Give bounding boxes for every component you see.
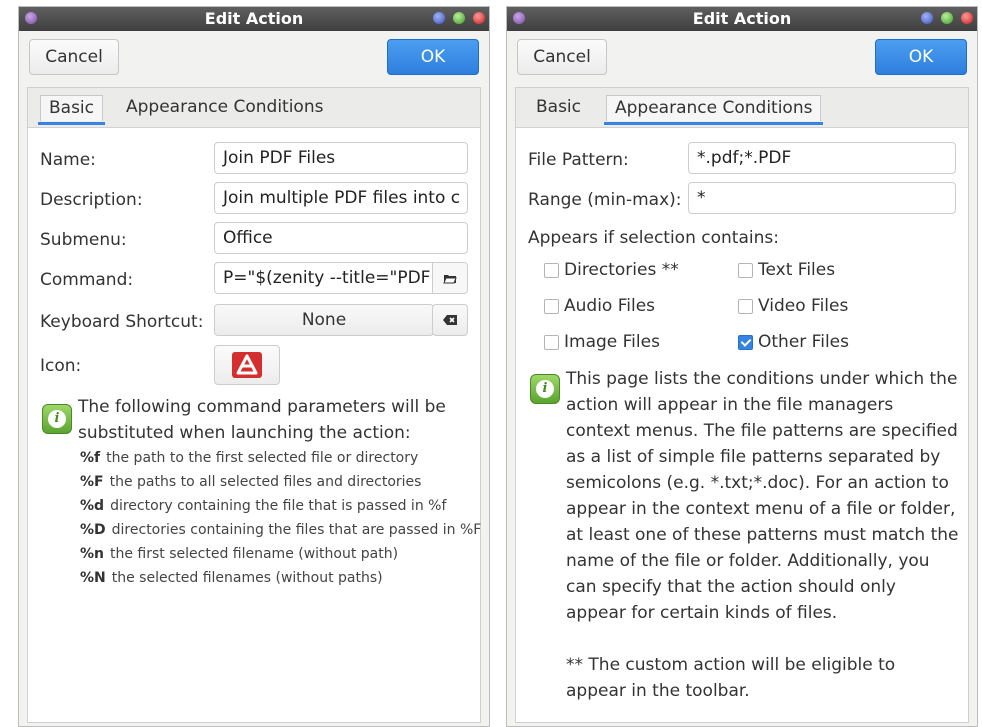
folder-open-icon [443, 275, 457, 284]
checkbox-text-files-label[interactable]: Text Files [758, 260, 835, 280]
checkbox-audio-files-label[interactable]: Audio Files [564, 296, 655, 316]
icon-chooser-button[interactable] [214, 345, 280, 385]
name-field[interactable]: Join PDF Files [214, 142, 468, 174]
icon-label: Icon: [40, 356, 82, 376]
close-button[interactable] [473, 12, 485, 24]
shortcut-label: Keyboard Shortcut: [40, 312, 204, 332]
toolbar-note: ** The custom action will be eligible to [566, 655, 896, 675]
info-icon: i [530, 374, 560, 404]
window-menu-icon[interactable] [25, 12, 37, 24]
appears-if-label: Appears if selection contains: [528, 228, 779, 248]
info-icon: i [42, 404, 72, 434]
window-title: Edit Action [204, 9, 304, 28]
notebook: Basic Appearance Conditions Name: Join P… [27, 87, 481, 723]
active-tab-indicator [604, 122, 824, 125]
checkbox-video-files[interactable] [738, 299, 753, 314]
ok-button[interactable]: OK [875, 39, 967, 75]
range-field[interactable]: * [688, 182, 956, 214]
clear-shortcut-button[interactable] [432, 304, 468, 336]
titlebar[interactable]: Edit Action [19, 7, 489, 31]
param-row: %F the paths to all selected files and di… [80, 474, 422, 490]
file-pattern-label: File Pattern: [528, 150, 629, 170]
tab-appearance-label: Appearance Conditions [615, 98, 813, 118]
checkbox-video-files-label[interactable]: Video Files [758, 296, 848, 316]
checkbox-other-files[interactable] [738, 335, 753, 350]
submenu-label: Submenu: [40, 230, 127, 250]
name-label: Name: [40, 150, 96, 170]
window-menu-icon[interactable] [513, 12, 525, 24]
param-row: %D directories containing the files that … [80, 522, 482, 538]
checkbox-other-files-label[interactable]: Other Files [758, 332, 849, 352]
cancel-button[interactable]: Cancel [517, 39, 607, 75]
description-field[interactable]: Join multiple PDF files into c [214, 182, 468, 214]
active-tab-indicator [38, 122, 106, 125]
file-pattern-field[interactable]: *.pdf;*.PDF [688, 142, 956, 174]
window-title: Edit Action [692, 9, 792, 28]
keyboard-shortcut-button[interactable]: None [214, 304, 434, 336]
close-button[interactable] [961, 12, 973, 24]
description-label: Description: [40, 190, 143, 210]
tab-bar: Basic Appearance Conditions [516, 88, 968, 128]
minimize-button[interactable] [433, 12, 445, 24]
tab-basic[interactable]: Basic [528, 95, 589, 121]
command-field[interactable]: P="$(zenity --title="PDF J [214, 262, 468, 294]
param-row: %n the first selected filename (without p… [80, 546, 399, 562]
edit-action-dialog-basic: Edit Action Cancel OK Basic Appearance C… [18, 6, 490, 727]
tab-basic-label: Basic [536, 97, 582, 117]
backspace-icon [443, 315, 457, 325]
minimize-button[interactable] [921, 12, 933, 24]
checkbox-image-files[interactable] [544, 335, 559, 350]
tab-appearance-label: Appearance Conditions [126, 97, 324, 117]
parameters-info-text: The following command parameters will be… [78, 397, 446, 443]
tab-appearance-conditions[interactable]: Appearance Conditions [118, 95, 331, 121]
edit-action-dialog-appearance: Edit Action Cancel OK Basic Appearance C… [506, 6, 978, 727]
command-label: Command: [40, 270, 134, 290]
titlebar[interactable]: Edit Action [507, 7, 977, 31]
maximize-button[interactable] [941, 12, 953, 24]
range-label: Range (min-max): [528, 190, 682, 210]
maximize-button[interactable] [453, 12, 465, 24]
conditions-info-text: This page lists the conditions under whi… [566, 366, 966, 704]
submenu-field[interactable]: Office [214, 222, 468, 254]
checkbox-text-files[interactable] [738, 263, 753, 278]
checkbox-directories-label[interactable]: Directories ** [564, 260, 679, 280]
browse-command-button[interactable] [432, 263, 467, 293]
tab-basic[interactable]: Basic [38, 95, 106, 125]
param-row: %N the selected filenames (without paths) [80, 570, 383, 586]
checkbox-audio-files[interactable] [544, 299, 559, 314]
cancel-button[interactable]: Cancel [29, 39, 119, 75]
tab-appearance-conditions[interactable]: Appearance Conditions [604, 95, 824, 125]
ok-button[interactable]: OK [387, 39, 479, 75]
command-value: P="$(zenity --title="PDF J [223, 268, 441, 288]
checkbox-image-files-label[interactable]: Image Files [564, 332, 660, 352]
tab-bar: Basic Appearance Conditions [28, 88, 480, 128]
param-row: %d directory containing the file that is … [80, 498, 447, 514]
checkbox-directories[interactable] [544, 263, 559, 278]
pdf-app-icon [232, 352, 262, 378]
notebook: Basic Appearance Conditions File Pattern… [515, 87, 969, 723]
tab-basic-label: Basic [49, 98, 95, 118]
param-row: %f the path to the first selected file or… [80, 450, 419, 466]
